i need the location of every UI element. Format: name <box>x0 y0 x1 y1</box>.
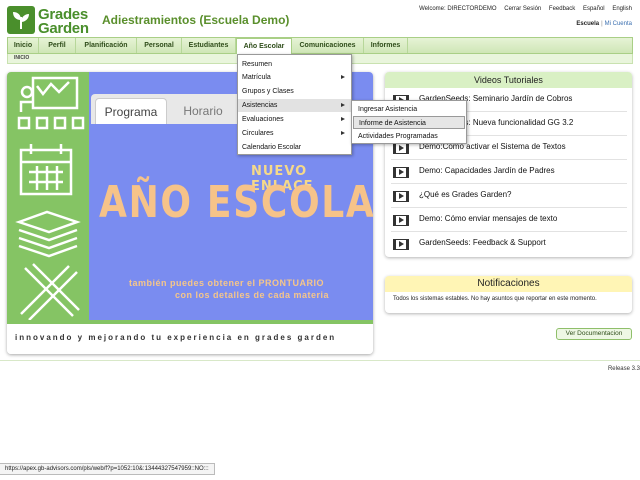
logo-text-line2: Garden <box>38 20 89 37</box>
notifications-title: Notificaciones <box>385 276 632 292</box>
menu-item-label: Grupos y Clases <box>242 88 294 95</box>
notifications-panel: Notificaciones Todos los sistemas establ… <box>385 276 632 313</box>
submenu-item-informe-asistencia[interactable]: Informe de Asistencia <box>353 116 465 129</box>
menu-item-asistencias[interactable]: Asistencias <box>238 99 351 112</box>
nav-comunicaciones[interactable]: Comunicaciones <box>292 38 364 53</box>
page-divider <box>0 360 640 361</box>
menu-item-label: Matrícula <box>242 74 271 81</box>
school-illustration-icons <box>15 76 85 321</box>
grades-garden-logo[interactable]: Grades Garden <box>7 6 93 36</box>
welcome-text: Welcome: DIRECTORDEMO <box>419 6 497 12</box>
menu-item-calendario[interactable]: Calendario Escolar <box>238 141 351 154</box>
menu-item-resumen[interactable]: Resumen <box>238 58 351 71</box>
banner-subtext-line1: también puedes obtener el PRONTUARIO <box>129 278 325 288</box>
app-title: Adiestramientos (Escuela Demo) <box>102 13 290 27</box>
menu-item-label: Circulares <box>242 130 274 137</box>
video-title[interactable]: GardenSeeds: Feedback & Support <box>419 238 546 247</box>
video-play-icon <box>393 191 409 202</box>
video-item[interactable]: Demo: Capacidades Jardín de Padres <box>391 160 627 184</box>
banner-icon-strip <box>7 72 89 324</box>
video-title[interactable]: Demo: Cómo enviar mensajes de texto <box>419 214 557 223</box>
notifications-message: Todos los sistemas estables. No hay asun… <box>393 296 597 302</box>
video-item[interactable]: ¿Qué es Grades Garden? <box>391 184 627 208</box>
nav-planificacion[interactable]: Planificación <box>76 38 137 53</box>
menu-item-label: Asistencias <box>242 102 278 109</box>
video-play-icon <box>393 167 409 178</box>
menu-item-label: Calendario Escolar <box>242 144 302 151</box>
banner-footer-text: innovando y mejorando tu experiencia en … <box>15 333 337 342</box>
submenu-arrow-icon <box>341 75 345 79</box>
nav-ano-escolar[interactable]: Año Escolar <box>236 38 292 54</box>
nav-personal[interactable]: Personal <box>137 38 182 53</box>
logout-link[interactable]: Cerrar Sesión <box>504 6 541 12</box>
school-account-links: Escuela | Mi Cuenta <box>576 21 632 27</box>
leaf-logo-icon <box>7 6 35 34</box>
menu-item-matricula[interactable]: Matrícula <box>238 71 351 84</box>
main-nav: Inicio Perfil Planificación Personal Est… <box>7 37 633 54</box>
asistencias-submenu: Ingresar Asistencia Informe de Asistenci… <box>351 100 467 144</box>
banner-headline: AÑO ESCOLAR <box>99 177 373 228</box>
menu-item-grupos-clases[interactable]: Grupos y Clases <box>238 85 351 98</box>
browser-status-url: https://apex.gb-advisors.com/pls/web/f?p… <box>0 463 215 475</box>
video-play-icon <box>393 215 409 226</box>
school-link[interactable]: Escuela <box>576 21 599 27</box>
submenu-item-ingresar-asistencia[interactable]: Ingresar Asistencia <box>353 103 465 116</box>
submenu-item-actividades-programadas[interactable]: Actividades Programadas <box>353 130 465 143</box>
spanish-link[interactable]: Español <box>583 6 605 12</box>
menu-item-label: Resumen <box>242 61 272 68</box>
banner-subtext-line2: con los detalles de cada materia <box>175 290 330 300</box>
nav-estudiantes[interactable]: Estudiantes <box>182 38 236 53</box>
tab-programa: Programa <box>95 98 167 124</box>
link-separator: | <box>601 21 603 27</box>
video-title[interactable]: Demo: Capacidades Jardín de Padres <box>419 166 555 175</box>
menu-item-evaluaciones[interactable]: Evaluaciones <box>238 113 351 126</box>
breadcrumb-inicio[interactable]: INICIO <box>14 55 29 61</box>
video-play-icon <box>393 239 409 250</box>
submenu-arrow-icon <box>341 103 345 107</box>
banner-footer: innovando y mejorando tu experiencia en … <box>7 324 373 354</box>
submenu-arrow-icon <box>341 131 345 135</box>
nav-informes[interactable]: Informes <box>364 38 408 53</box>
feedback-link[interactable]: Feedback <box>549 6 575 12</box>
video-item[interactable]: GardenSeeds: Feedback & Support <box>391 232 627 256</box>
nav-perfil[interactable]: Perfil <box>39 38 76 53</box>
release-label: Release 3.3 <box>607 366 640 372</box>
ano-escolar-dropdown: Resumen Matrícula Grupos y Clases Asiste… <box>237 54 352 155</box>
top-links: Welcome: DIRECTORDEMO Cerrar Sesión Feed… <box>413 6 632 12</box>
view-documentation-button[interactable]: Ver Documentacion <box>556 328 632 340</box>
video-title[interactable]: ¿Qué es Grades Garden? <box>419 190 512 199</box>
video-play-icon <box>393 143 409 154</box>
english-link[interactable]: English <box>612 6 632 12</box>
menu-item-label: Evaluaciones <box>242 116 284 123</box>
nav-inicio[interactable]: Inicio <box>8 38 39 53</box>
videos-panel-title: Videos Tutoriales <box>385 72 632 88</box>
submenu-arrow-icon <box>341 117 345 121</box>
menu-item-circulares[interactable]: Circulares <box>238 127 351 140</box>
my-account-link[interactable]: Mi Cuenta <box>605 21 632 27</box>
tab-horario: Horario <box>183 104 223 118</box>
video-item[interactable]: Demo: Cómo enviar mensajes de texto <box>391 208 627 232</box>
